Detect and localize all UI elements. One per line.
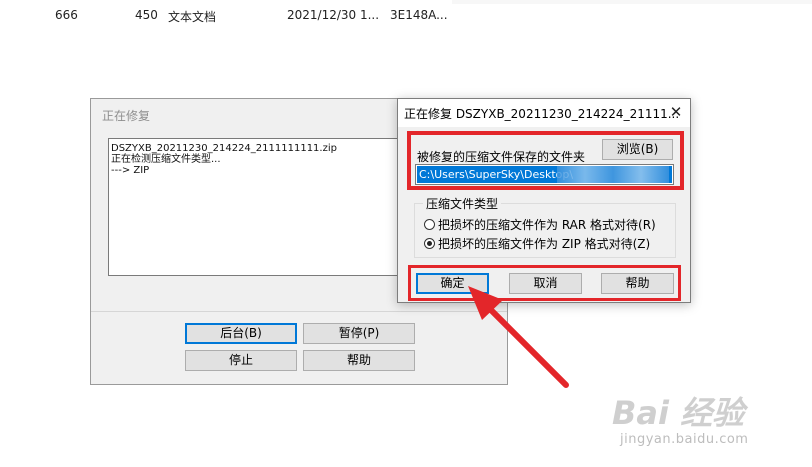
radio-rar[interactable] xyxy=(424,219,435,230)
file-type: 文本文档 xyxy=(168,10,217,24)
pause-button[interactable]: 暂停(P) xyxy=(303,323,415,344)
dialog-title: 正在修复 xyxy=(102,109,151,123)
baidu-watermark: Bai 经验 jingyan.baidu.com xyxy=(612,388,802,458)
help-button[interactable]: 帮助 xyxy=(303,350,415,371)
radio-zip-option[interactable]: 把损坏的压缩文件作为 ZIP 格式对待(Z) xyxy=(424,235,650,252)
watermark-url: jingyan.baidu.com xyxy=(620,432,749,447)
file-size: 450 xyxy=(135,8,158,22)
file-date: 2021/12/30 1... xyxy=(287,8,380,22)
title-bar[interactable]: 正在修复 DSZYXB_20211230_214224_21111... ✕ xyxy=(398,99,690,127)
highlight-box-buttons xyxy=(408,265,681,301)
stop-button[interactable]: 停止 xyxy=(185,350,297,371)
group-title: 压缩文件类型 xyxy=(423,195,502,212)
watermark-logo: Bai 经验 xyxy=(612,394,745,432)
radio-rar-label: 把损坏的压缩文件作为 RAR 格式对待(R) xyxy=(438,218,656,232)
radio-zip[interactable] xyxy=(424,238,435,249)
file-list-row[interactable]: 666 450 文本文档 2021/12/30 1... 3E148A... xyxy=(0,0,452,28)
radio-zip-label: 把损坏的压缩文件作为 ZIP 格式对待(Z) xyxy=(438,237,651,251)
file-crc: 3E148A... xyxy=(390,8,448,22)
dialog-title: 正在修复 DSZYXB_20211230_214224_21111... xyxy=(404,107,680,121)
radio-rar-option[interactable]: 把损坏的压缩文件作为 RAR 格式对待(R) xyxy=(424,216,656,233)
highlight-box-folder xyxy=(407,131,684,190)
background-strip xyxy=(452,0,812,4)
background-button[interactable]: 后台(B) xyxy=(185,323,297,344)
separator xyxy=(91,311,507,312)
file-name: 666 xyxy=(55,8,78,22)
close-icon[interactable]: ✕ xyxy=(668,103,684,121)
